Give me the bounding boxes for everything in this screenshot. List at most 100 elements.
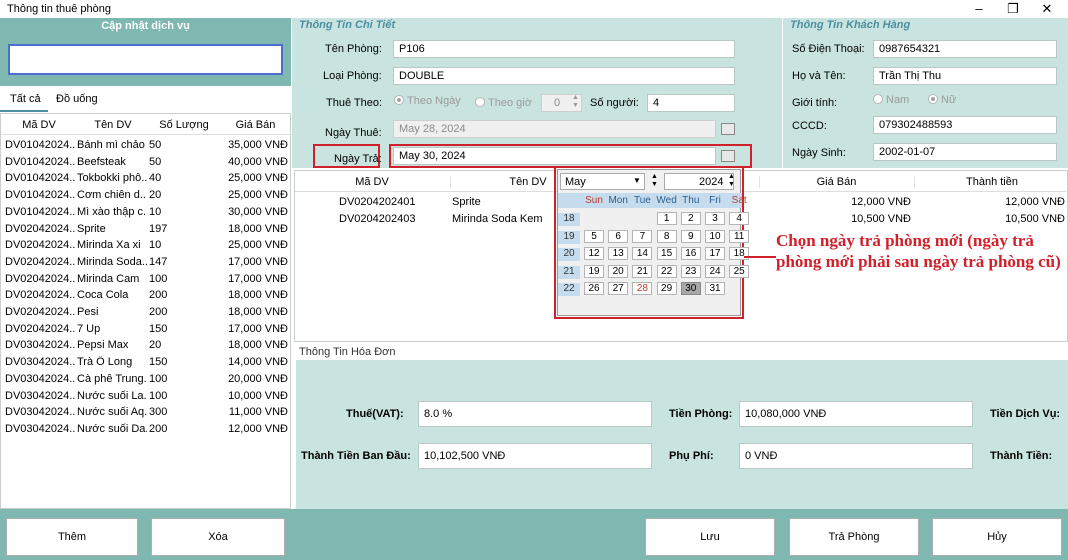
calendar-day[interactable]: 17 — [705, 247, 725, 260]
table-cell: DV01042024... — [5, 189, 75, 202]
radio-off-icon — [475, 97, 485, 107]
calendar-day[interactable]: 11 — [729, 229, 750, 243]
gender-female-radio[interactable]: Nữ — [928, 94, 956, 106]
table-row[interactable]: DV02042024... Mirinda Cam 100 17,000 VNĐ — [1, 271, 290, 288]
table-row[interactable]: DV01042024... Beefsteak 50 40,000 VNĐ — [1, 154, 290, 171]
save-button[interactable]: Lưu — [645, 518, 775, 556]
calendar-day[interactable]: 28 — [632, 282, 653, 295]
table-row[interactable]: DV01042024... Mì xào thập c... 10 30,000 VN… — [1, 204, 290, 221]
calendar-day[interactable]: 2 — [680, 212, 701, 225]
calendar-day[interactable]: 24 — [705, 264, 725, 278]
month-spinner-icon[interactable]: ▲ ▼ — [649, 173, 660, 190]
room-name-field[interactable]: P106 — [393, 40, 735, 58]
table-cell: DV0204202401 — [339, 196, 416, 208]
calendar-day[interactable]: 12 — [584, 247, 604, 260]
table-row[interactable]: DV02042024... Mirinda Xa xi 10 25,000 VNĐ — [1, 237, 290, 254]
chevron-down-icon: ▼ — [633, 176, 641, 185]
table-row[interactable]: DV03042024... Nước suối Aq... 300 11,000 VN… — [1, 404, 290, 421]
table-row[interactable]: DV02042024... Pesi 200 18,000 VNĐ — [1, 304, 290, 321]
checkout-date-field[interactable]: May 30, 2024 — [393, 147, 716, 165]
calendar-day[interactable]: 15 — [656, 247, 677, 260]
table-cell: 14,000 VNĐ — [228, 356, 288, 369]
table-row[interactable]: DV03042024... Cà phê Trung... 100 20,000 VN… — [1, 371, 290, 388]
calendar-day[interactable]: 25 — [729, 264, 750, 278]
calendar-day[interactable]: 4 — [729, 212, 750, 225]
surcharge-label: Phụ Phí: — [669, 450, 714, 462]
close-icon[interactable]: ✕ — [1024, 0, 1068, 18]
table-row[interactable]: DV01042024... Tokbokki phô... 40 25,000 VNĐ — [1, 170, 290, 187]
people-field[interactable]: 4 — [647, 94, 735, 112]
cancel-button[interactable]: Hủy — [932, 518, 1062, 556]
calendar-day[interactable]: 9 — [680, 229, 701, 243]
calendar-day[interactable]: 1 — [656, 212, 677, 225]
add-button[interactable]: Thêm — [6, 518, 138, 556]
table-cell: Nước suối La... — [77, 389, 147, 402]
calendar-day[interactable]: 31 — [705, 282, 725, 295]
week-number: 19 — [558, 230, 580, 244]
week-number: 22 — [558, 283, 580, 296]
service-tabs: Tất cả Đồ uống — [0, 86, 291, 112]
calendar-day[interactable]: 21 — [632, 264, 653, 278]
table-row[interactable]: DV02042024... Sprite 197 18,000 VNĐ — [1, 221, 290, 238]
calendar-day[interactable]: 29 — [656, 282, 677, 295]
calendar-day[interactable]: 16 — [680, 247, 701, 260]
table-row[interactable]: DV02042024... Coca Cola 200 18,000 VNĐ — [1, 287, 290, 304]
calendar-day[interactable]: 18 — [729, 247, 750, 260]
calendar-icon[interactable] — [721, 123, 735, 135]
table-row[interactable]: DV03042024... Nước suối Da... 200 12,000 VN… — [1, 421, 290, 438]
month-select[interactable]: May ▼ — [560, 173, 645, 190]
calendar-day[interactable]: 19 — [584, 264, 604, 278]
customer-section-title: Thông Tin Khách Hàng — [790, 19, 911, 31]
calendar-icon[interactable] — [721, 150, 735, 162]
customer-name-field[interactable]: Trần Thị Thu — [873, 67, 1057, 85]
calendar-day[interactable]: 3 — [705, 212, 725, 225]
table-row[interactable]: DV03042024... Pepsi Max 20 18,000 VNĐ — [1, 337, 290, 354]
base-total-field[interactable]: 10,102,500 VNĐ — [418, 443, 652, 469]
calendar-day[interactable]: 30 — [680, 282, 701, 295]
gender-male-radio[interactable]: Nam — [873, 94, 909, 106]
service-search-input[interactable] — [8, 44, 283, 75]
calendar-day[interactable]: 7 — [632, 229, 653, 243]
table-row[interactable]: DV03042024... Trà Ô Long 150 14,000 VNĐ — [1, 354, 290, 371]
calendar-day[interactable]: 26 — [584, 282, 604, 295]
table-cell: 20 — [149, 189, 162, 202]
checkout-button[interactable]: Trả Phòng — [789, 518, 919, 556]
table-cell: Coca Cola — [77, 289, 129, 302]
calendar-day[interactable]: 20 — [608, 264, 629, 278]
calendar-day[interactable]: 6 — [608, 229, 629, 243]
vat-field[interactable]: 8.0 % — [418, 401, 652, 427]
table-cell: 25,000 VNĐ — [228, 189, 288, 202]
service-table: Mã DV Tên DV Số Lượng Giá Bán DV01042024… — [0, 113, 292, 509]
weekday-label: Sat — [731, 195, 747, 206]
surcharge-field[interactable]: 0 VNĐ — [739, 443, 973, 469]
calendar-day[interactable]: 8 — [656, 229, 677, 243]
table-row[interactable]: DV01042024... Cơm chiên d... 20 25,000 VNĐ — [1, 187, 290, 204]
table-cell: Mirinda Cam — [77, 272, 140, 285]
rent-by-day-radio[interactable]: Theo Ngày — [394, 95, 461, 107]
spinner-arrows-icon[interactable]: ▲ ▼ — [569, 94, 582, 112]
table-row[interactable]: DV01042024... Bánh mì chảo 50 35,000 VNĐ — [1, 137, 290, 154]
room-fee-field[interactable]: 10,080,000 VNĐ — [739, 401, 973, 427]
calendar-day[interactable]: 23 — [680, 264, 701, 278]
checkin-date-field[interactable]: May 28, 2024 — [393, 120, 716, 138]
table-row[interactable]: DV03042024... Nước suối La... 100 10,000 VN… — [1, 388, 290, 405]
tab-drinks[interactable]: Đồ uống — [56, 93, 98, 105]
delete-button[interactable]: Xóa — [151, 518, 285, 556]
tab-all[interactable]: Tất cả — [10, 93, 41, 105]
phone-field[interactable]: 0987654321 — [873, 40, 1057, 58]
calendar-day[interactable]: 22 — [656, 264, 677, 278]
calendar-day[interactable]: 5 — [584, 229, 604, 243]
table-row[interactable]: DV02042024... 7 Up 150 17,000 VNĐ — [1, 321, 290, 338]
year-spinner-icon[interactable]: ▲ ▼ — [726, 173, 737, 190]
dob-field[interactable]: 2002-01-07 — [873, 143, 1057, 161]
calendar-day[interactable]: 13 — [608, 247, 629, 260]
calendar-day[interactable]: 10 — [705, 229, 725, 243]
month-value: May — [565, 176, 586, 188]
id-card-field[interactable]: 079302488593 — [873, 116, 1057, 134]
calendar-day[interactable]: 27 — [608, 282, 629, 295]
table-row[interactable]: DV02042024... Mirinda Soda... 147 17,000 VN… — [1, 254, 290, 271]
room-type-field[interactable]: DOUBLE — [393, 67, 735, 85]
year-spinner[interactable]: 2024 — [664, 173, 734, 190]
calendar-day[interactable]: 14 — [632, 247, 653, 260]
rent-by-hour-radio[interactable]: Theo giờ — [475, 97, 532, 109]
